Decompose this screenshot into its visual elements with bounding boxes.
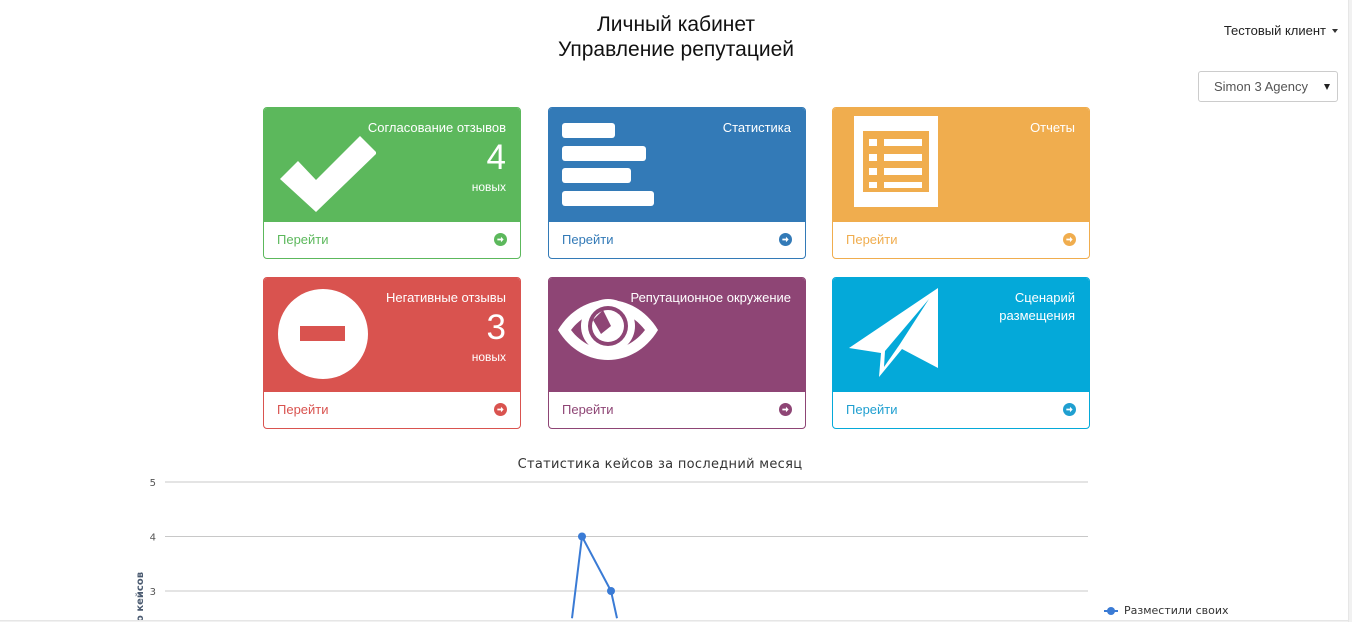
y-tick-label: 4 [150,533,156,544]
y-tick-label: 5 [150,478,156,489]
tile-reputation-environment: Репутационное окружение Перейти [548,277,806,429]
tile-go-link[interactable]: Перейти [264,221,520,258]
report-list-icon [854,116,939,213]
data-point [607,587,615,595]
tile-go-label: Перейти [846,402,898,417]
tile-count: 4 [486,138,506,177]
tile-reviews-approval: Согласование отзывов 4 новых Перейти [263,107,521,259]
scrollbar[interactable] [1348,0,1352,622]
page-title-line2: Управление репутацией [557,38,795,61]
tile-statistics: Статистика Перейти [548,107,806,259]
bar-list-icon [562,123,662,218]
user-menu[interactable]: Тестовый клиент [1224,23,1338,38]
agency-select[interactable]: Simon 3 Agency [1198,71,1338,102]
arrow-circle-right-icon [779,233,792,246]
page-title-line1: Личный кабинет [597,13,755,36]
agency-select-value: Simon 3 Agency [1214,79,1308,94]
legend-item[interactable]: Разместили своих [1104,604,1229,617]
legend-label: Разместили своих [1124,604,1229,617]
dropdown-arrow-icon [1324,84,1330,90]
caret-down-icon [1332,28,1338,33]
tile-header: Негативные отзывы 3 новых [264,278,520,392]
arrow-circle-right-icon [1063,233,1076,246]
data-point [578,532,586,541]
tile-title: Отчеты [1030,120,1075,135]
arrow-circle-right-icon [494,233,507,246]
tile-unit: новых [471,180,506,194]
tile-unit: новых [471,350,506,364]
tile-title: Негативные отзывы [386,290,506,305]
tile-go-link[interactable]: Перейти [264,391,520,428]
tile-title: Статистика [722,120,791,135]
tile-negative-reviews: Негативные отзывы 3 новых Перейти [263,277,521,429]
tile-go-label: Перейти [562,402,614,417]
series-line [571,533,618,619]
tile-title: Согласование отзывов [367,120,506,135]
arrow-circle-right-icon [779,403,792,416]
tile-go-link[interactable]: Перейти [549,391,805,428]
tile-go-label: Перейти [277,402,329,417]
tile-reports: Отчеты Перейти [832,107,1090,259]
tile-header: Репутационное окружение [549,278,805,392]
tile-header: Статистика [549,108,805,222]
y-axis-label: о кейсов [135,572,146,622]
tile-title-line1: Сценарий [1014,290,1075,305]
tile-go-label: Перейти [277,232,329,247]
tile-go-link[interactable]: Перейти [833,391,1089,428]
checkmark-icon [276,116,377,221]
arrow-circle-right-icon [494,403,507,416]
tile-go-label: Перейти [562,232,614,247]
tile-title-line2: размещения [999,308,1075,323]
tile-title: Репутационное окружение [630,290,791,305]
user-menu-label: Тестовый клиент [1223,23,1326,38]
tile-placement-scenario: Сценарий размещения Перейти [832,277,1090,429]
legend-marker-icon [1104,606,1118,615]
tile-go-link[interactable]: Перейти [833,221,1089,258]
chart-title: Статистика кейсов за последний месяц [517,457,803,472]
tile-header: Отчеты [833,108,1089,222]
paper-plane-icon [849,287,941,384]
tile-title: Сценарий размещения [999,289,1075,325]
minus-circle-icon [277,288,369,385]
tile-go-link[interactable]: Перейти [549,221,805,258]
page-title: Личный кабинет Управление репутацией [0,12,1352,62]
y-tick-label: 3 [150,587,156,598]
tile-header: Сценарий размещения [833,278,1089,392]
tile-go-label: Перейти [846,232,898,247]
arrow-circle-right-icon [1063,403,1076,416]
tile-count: 3 [486,308,506,347]
tile-header: Согласование отзывов 4 новых [264,108,520,222]
